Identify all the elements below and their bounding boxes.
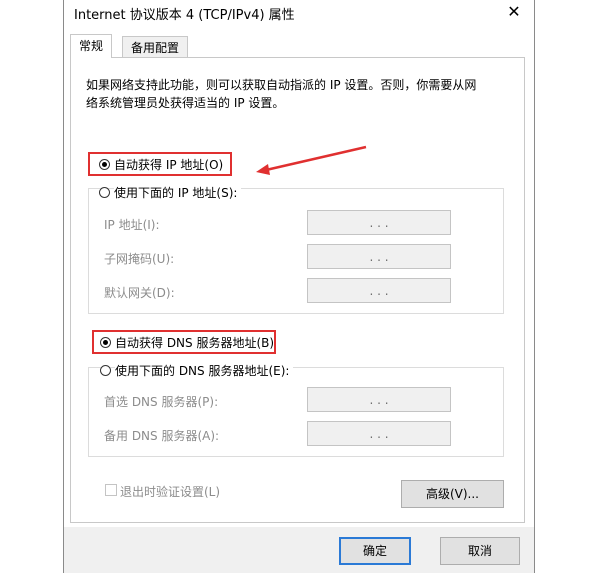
alternate-dns-input[interactable]: . . .	[307, 421, 451, 446]
validate-checkbox[interactable]	[105, 484, 117, 496]
gateway-input[interactable]: . . .	[307, 278, 451, 303]
ip-auto-radio[interactable]	[99, 159, 110, 170]
gateway-label: 默认网关(D):	[104, 286, 175, 300]
ip-address-input[interactable]: . . .	[307, 210, 451, 235]
cancel-button[interactable]: 取消	[440, 537, 520, 565]
ip-manual-label[interactable]: 使用下面的 IP 地址(S):	[114, 184, 242, 201]
window-title: Internet 协议版本 4 (TCP/IPv4) 属性	[74, 8, 295, 23]
dialog-window: Internet 协议版本 4 (TCP/IPv4) 属性 ✕ 常规 备用配置 …	[63, 0, 535, 573]
dns-auto-label[interactable]: 自动获得 DNS 服务器地址(B)	[115, 334, 274, 351]
tab-general[interactable]: 常规	[70, 34, 113, 58]
alternate-dns-label: 备用 DNS 服务器(A):	[104, 429, 220, 443]
dns-auto-radio[interactable]	[100, 337, 111, 348]
ok-button[interactable]: 确定	[339, 537, 411, 565]
title-bar: Internet 协议版本 4 (TCP/IPv4) 属性 ✕	[64, 0, 534, 24]
ip-address-label: IP 地址(I):	[104, 218, 160, 232]
preferred-dns-input[interactable]: . . .	[307, 387, 451, 412]
dialog-footer: 确定 取消	[64, 527, 534, 573]
validate-label: 退出时验证设置(L)	[120, 485, 221, 499]
tab-alternate-config[interactable]: 备用配置	[122, 36, 189, 58]
ip-manual-radio[interactable]	[99, 187, 110, 198]
annotation-arrow-icon	[256, 145, 367, 175]
close-icon[interactable]: ✕	[504, 2, 524, 22]
advanced-button[interactable]: 高级(V)...	[401, 480, 504, 508]
dns-manual-radio[interactable]	[100, 365, 111, 376]
description-text: 如果网络支持此功能，则可以获取自动指派的 IP 设置。否则，你需要从网络系统管理…	[86, 78, 477, 110]
dns-manual-label[interactable]: 使用下面的 DNS 服务器地址(E):	[115, 362, 294, 379]
subnet-mask-input[interactable]: . . .	[307, 244, 451, 269]
ip-auto-label[interactable]: 自动获得 IP 地址(O)	[114, 156, 223, 173]
preferred-dns-label: 首选 DNS 服务器(P):	[104, 395, 219, 409]
subnet-mask-label: 子网掩码(U):	[104, 252, 175, 266]
